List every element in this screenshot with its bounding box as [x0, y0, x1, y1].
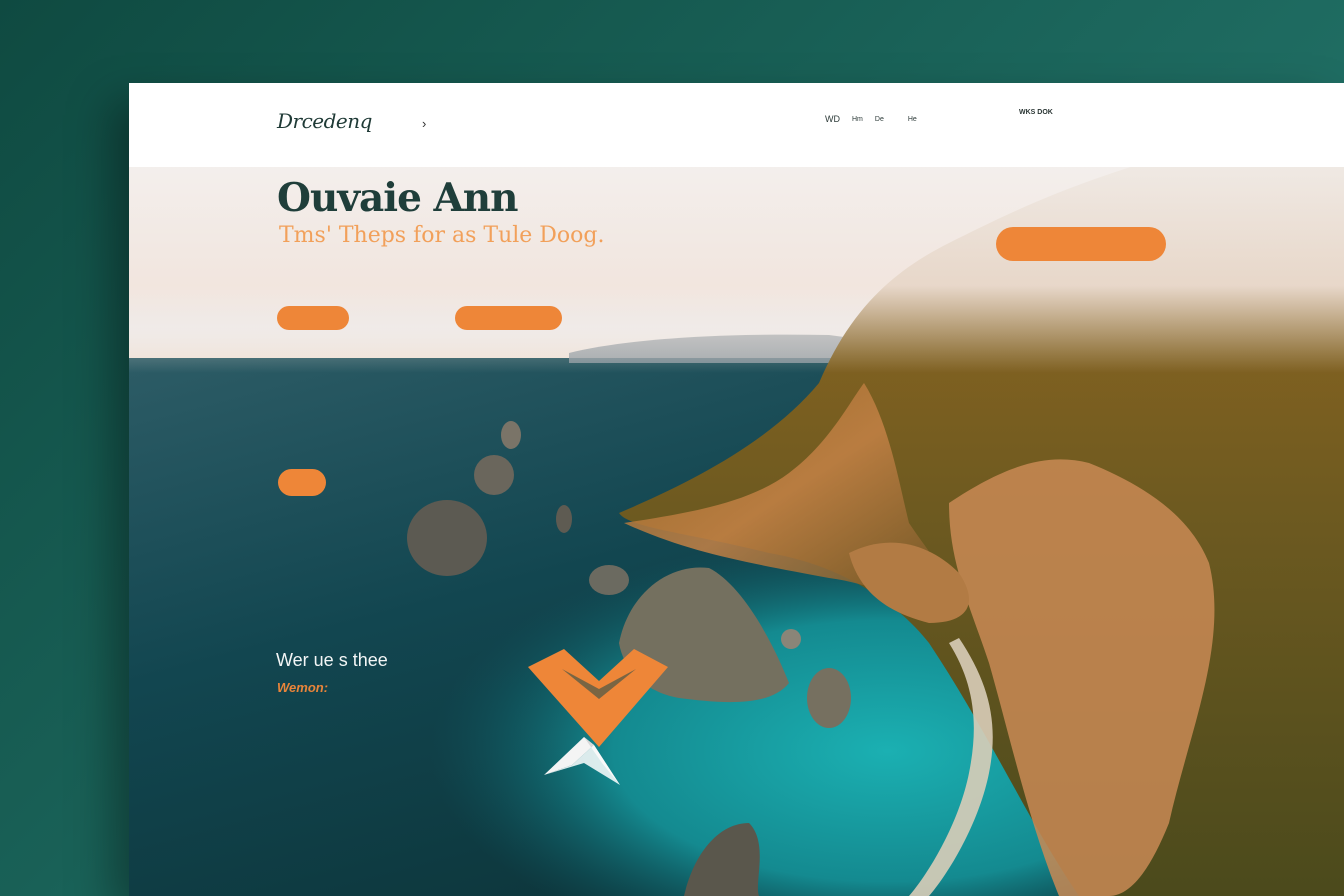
browser-page: Drcedenq › WD Hm De He WKS DOK Ouvaie An… — [129, 83, 1344, 896]
brand-logo[interactable]: Drcedenq — [277, 109, 372, 133]
contact-title: WKS DOK — [1019, 109, 1053, 116]
primary-nav: › — [382, 116, 426, 131]
hero-cta-button[interactable] — [996, 227, 1166, 261]
small-cta-button[interactable] — [278, 469, 326, 496]
contact-block: WKS DOK — [1019, 109, 1053, 119]
nav-item[interactable]: De — [875, 116, 884, 123]
phone-icon[interactable]: WD — [825, 114, 840, 124]
hero-subtitle: Tms' Theps for as Tule Doog. — [279, 223, 605, 248]
chevron-right-icon[interactable]: › — [422, 116, 426, 131]
hero-secondary-button[interactable] — [455, 306, 562, 330]
nav-item[interactable]: Hm — [852, 116, 863, 123]
section-subtitle: Wemon: — [277, 680, 329, 695]
site-header: Drcedenq › WD Hm De He WKS DOK — [129, 83, 1344, 167]
hero-primary-button[interactable] — [277, 306, 349, 330]
logo-emblem-icon — [528, 649, 668, 785]
hero-title: Ouvaie Ann — [277, 175, 518, 221]
secondary-nav: WD Hm De He — [825, 114, 929, 124]
nav-item[interactable]: He — [908, 116, 917, 123]
section-title: Wer ue s thee — [276, 650, 388, 670]
